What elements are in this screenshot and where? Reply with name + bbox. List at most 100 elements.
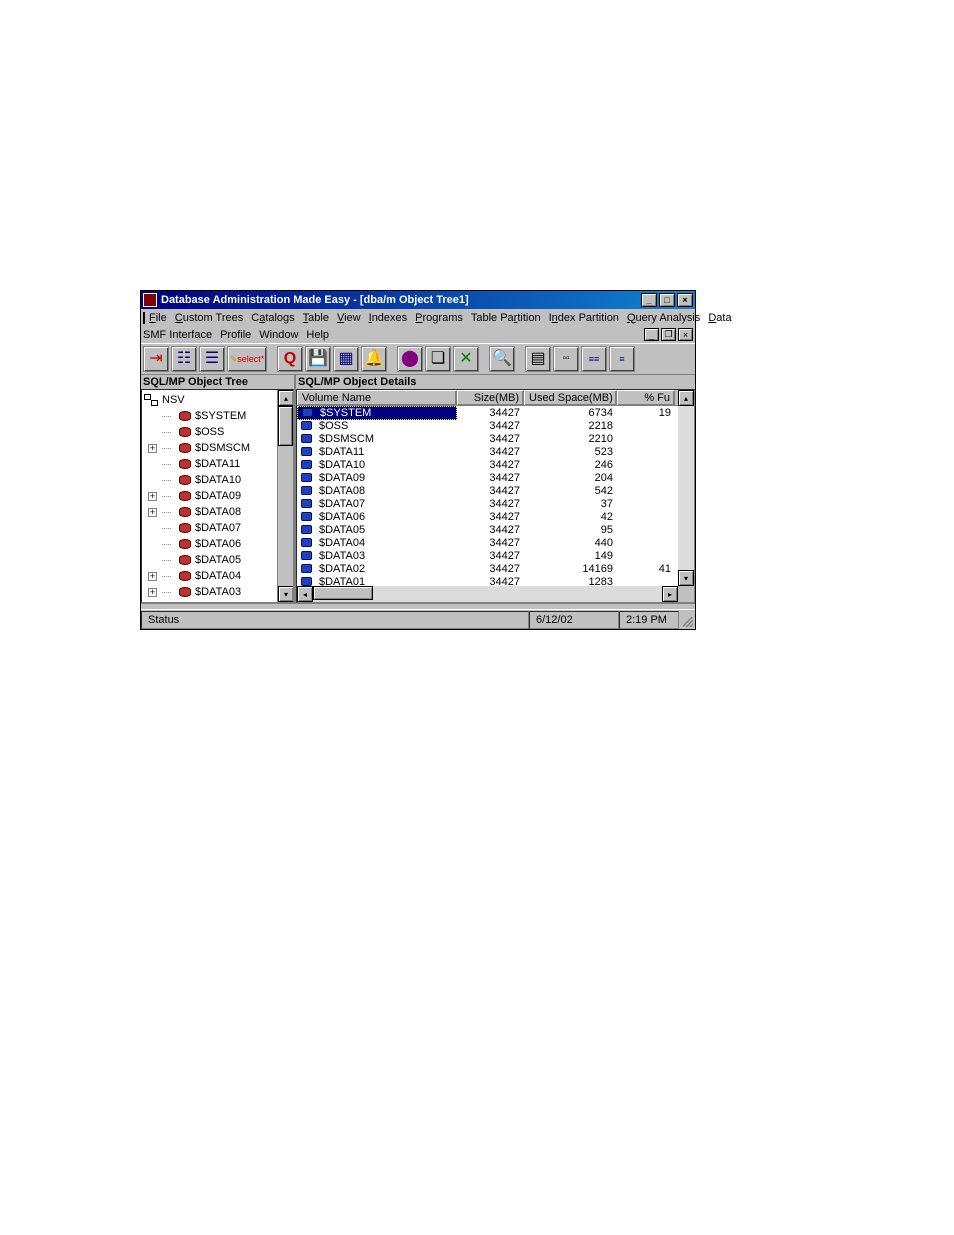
tool-delete-icon[interactable]: ✕ [453,346,479,372]
tool-chart-icon[interactable]: ▫▫ [553,346,579,372]
cell-volume-name-text: $DATA09 [319,472,365,484]
table-row[interactable]: $DATA073442737 [297,497,694,510]
col-percent-full[interactable]: % Fu [617,390,675,405]
table-row[interactable]: $DATA0334427149 [297,549,694,562]
grid-vscrollbar[interactable]: ▴ ▾ [678,406,694,586]
table-row[interactable]: $OSS344272218 [297,419,694,432]
cell-volume-name: $DATA07 [297,498,457,510]
volume-icon [301,460,312,469]
tree-item[interactable]: +·····$SYSTEM [144,408,293,424]
minimize-button[interactable]: _ [641,293,657,307]
volume-icon [301,499,312,508]
tree-connector: ····· [161,443,179,453]
menu-table[interactable]: Table [303,312,329,324]
disk-icon [179,459,191,469]
cell-volume-name: $DATA02 [297,563,457,575]
mdi-close-button[interactable]: × [678,328,693,341]
tree-item[interactable]: +·····$DATA07 [144,520,293,536]
expander-icon[interactable]: + [148,588,157,597]
menu-window[interactable]: Window [259,329,298,341]
table-row[interactable]: $DATA0934427204 [297,471,694,484]
scroll-up-icon[interactable]: ▴ [278,390,294,406]
scroll-down-icon[interactable]: ▾ [278,586,294,602]
menu-query-analysis[interactable]: Query Analysis [627,312,700,324]
grid-scroll-right-icon[interactable]: ▸ [662,586,678,602]
cell-size: 34427 [457,537,524,549]
tool-cascade-icon[interactable]: ❏ [425,346,451,372]
table-row[interactable]: $DATA02344271416941 [297,562,694,575]
tree-item[interactable]: +·····$OSS [144,424,293,440]
table-row[interactable]: $DSMSCM344272210 [297,432,694,445]
menu-index-partition[interactable]: Index Partition [549,312,619,324]
col-volume-name[interactable]: Volume Name [297,390,457,405]
tree-item[interactable]: +·····$DATA03 [144,584,293,600]
table-row[interactable]: $DATA0834427542 [297,484,694,497]
menu-table-partition[interactable]: Table Partition [471,312,541,324]
tool-calendar-icon[interactable]: ▦ [333,346,359,372]
tool-exit-icon[interactable]: ⇥ [143,346,169,372]
details-grid[interactable]: Volume Name Size(MB) Used Space(MB) % Fu… [296,389,695,603]
menu-data[interactable]: Data [708,312,731,324]
table-row[interactable]: $DATA1034427246 [297,458,694,471]
maximize-button[interactable]: □ [659,293,675,307]
cell-volume-name-text: $DATA04 [319,537,365,549]
tree-item[interactable]: +·····$DATA06 [144,536,293,552]
statusbar: Status 6/12/02 2:19 PM [141,609,695,629]
tool-list-icon[interactable]: ☰ [199,346,225,372]
grid-hscroll-thumb[interactable] [313,586,373,600]
grid-scroll-left-icon[interactable]: ◂ [297,586,313,602]
tree-connector: ····· [161,587,179,597]
menu-help[interactable]: Help [306,329,329,341]
tree-item[interactable]: +·····$DATA11 [144,456,293,472]
tool-save-icon[interactable]: 💾 [305,346,331,372]
menu-smf-interface[interactable]: SMF Interface [143,329,212,341]
resize-grip[interactable] [679,611,695,629]
scroll-thumb[interactable] [278,406,293,446]
tool-find-icon[interactable]: 🔍 [489,346,515,372]
menu-indexes[interactable]: Indexes [369,312,408,324]
expander-icon[interactable]: + [148,572,157,581]
grid-hscrollbar[interactable]: ◂ ▸ [297,586,678,602]
menu-catalogs[interactable]: Catalogs [251,312,294,324]
tool-select-button[interactable]: ✎select* [227,346,267,372]
tree-item[interactable]: +·····$DSMSCM [144,440,293,456]
table-row[interactable]: $SYSTEM34427673419 [297,406,694,419]
table-row[interactable]: $DATA1134427523 [297,445,694,458]
table-row[interactable]: $DATA063442742 [297,510,694,523]
tree-scrollbar[interactable]: ▴ ▾ [277,390,293,602]
menu-file[interactable]: File [149,312,167,324]
cell-volume-name: $DATA08 [297,485,457,497]
menu-custom-trees[interactable]: Custom Trees [175,312,243,324]
tree-item[interactable]: +·····$DATA04 [144,568,293,584]
tool-disk-icon[interactable]: ⬤ [397,346,423,372]
close-button[interactable]: × [677,293,693,307]
tool-props1-icon[interactable]: ≡≡ [581,346,607,372]
tree-item[interactable]: +·····$DATA08 [144,504,293,520]
tree-root-node[interactable]: NSV [144,392,293,408]
tree-item[interactable]: +·····$DATA09 [144,488,293,504]
table-row[interactable]: $DATA0434427440 [297,536,694,549]
menu-profile[interactable]: Profile [220,329,251,341]
tree-body[interactable]: NSV +·····$SYSTEM+·····$OSS+·····$DSMSCM… [141,389,294,603]
tool-tree-icon[interactable]: ☷ [171,346,197,372]
tree-connector: ····· [161,555,179,565]
col-used-space[interactable]: Used Space(MB) [524,390,617,405]
menu-programs[interactable]: Programs [415,312,463,324]
mdi-minimize-button[interactable]: _ [644,328,659,341]
expander-icon[interactable]: + [148,492,157,501]
col-size[interactable]: Size(MB) [457,390,524,405]
grid-scroll-down-icon[interactable]: ▾ [678,570,694,586]
expander-icon[interactable]: + [148,444,157,453]
mdi-restore-button[interactable]: ❐ [661,328,676,341]
menu-view[interactable]: View [337,312,361,324]
tool-alert-icon[interactable]: 🔔 [361,346,387,372]
tree-item[interactable]: +·····$DATA05 [144,552,293,568]
table-row[interactable]: $DATA053442795 [297,523,694,536]
tool-props2-icon[interactable]: ≡ [609,346,635,372]
expander-icon[interactable]: + [148,508,157,517]
mdi-doc-icon [143,312,145,324]
tool-grid-icon[interactable]: ▤ [525,346,551,372]
tree-item[interactable]: +·····$DATA10 [144,472,293,488]
tool-query-icon[interactable]: Q [277,346,303,372]
grid-scroll-up-icon[interactable]: ▴ [678,390,694,406]
